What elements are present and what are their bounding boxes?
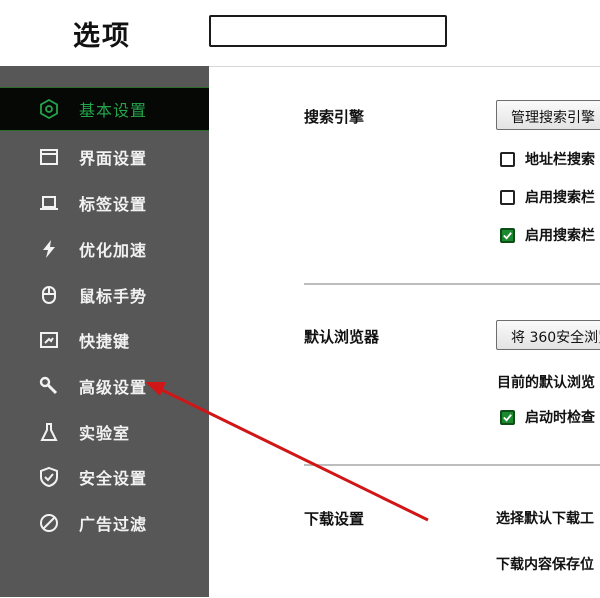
sidebar-item-label: 优化加速: [79, 241, 148, 260]
address-bar-search-option[interactable]: 地址栏搜索: [500, 149, 595, 169]
option-label: 启用搜索栏: [525, 228, 595, 244]
flask-icon: [38, 421, 60, 443]
sidebar-item-label: 实验室: [79, 424, 131, 443]
sidebar: 基本设置 界面设置 标签设置 优化加速 鼠标手势 快捷键 高级设置 实验室 安全…: [0, 66, 209, 597]
wrench-icon: [38, 375, 60, 397]
enable-search-bar-option-2[interactable]: 启用搜索栏: [500, 225, 595, 245]
sidebar-item-security[interactable]: 安全设置: [0, 455, 209, 499]
title-bar: 选项: [0, 0, 600, 66]
manage-search-engine-button[interactable]: 管理搜索引擎: [496, 100, 600, 130]
sidebar-item-label: 基本设置: [79, 101, 148, 120]
page-title: 选项: [73, 21, 131, 52]
option-label: 启用搜索栏: [525, 190, 595, 206]
hexagon-settings-icon: [38, 98, 60, 120]
shield-icon: [38, 466, 60, 488]
mouse-icon: [38, 284, 60, 306]
sidebar-item-basic[interactable]: 基本设置: [0, 87, 209, 131]
sidebar-item-lab[interactable]: 实验室: [0, 410, 209, 454]
option-label: 地址栏搜索: [525, 152, 595, 168]
search-input[interactable]: [209, 15, 447, 47]
shortcut-icon: [38, 329, 60, 351]
sidebar-item-interface[interactable]: 界面设置: [0, 135, 209, 179]
checkbox[interactable]: [500, 189, 515, 205]
sidebar-item-adblock[interactable]: 广告过滤: [0, 501, 209, 545]
sidebar-item-advanced[interactable]: 高级设置: [0, 364, 209, 408]
sidebar-item-label: 快捷键: [79, 332, 131, 351]
sidebar-item-label: 安全设置: [79, 469, 148, 488]
lightning-icon: [38, 238, 60, 260]
download-settings-label: 下载设置: [304, 510, 365, 528]
sidebar-item-shortcut[interactable]: 快捷键: [0, 318, 209, 362]
download-save-location[interactable]: 下载内容保存位: [496, 554, 594, 574]
sidebar-item-label: 高级设置: [79, 378, 148, 397]
startup-check-option[interactable]: 启动时检查: [500, 407, 595, 427]
default-browser-label: 默认浏览器: [304, 328, 380, 346]
laptop-icon: [38, 192, 60, 214]
sidebar-item-label: 鼠标手势: [79, 287, 148, 306]
divider: [304, 464, 600, 466]
search-engine-label: 搜索引擎: [304, 108, 365, 126]
sidebar-item-label: 广告过滤: [79, 515, 148, 534]
divider: [304, 283, 600, 285]
enable-search-bar-option[interactable]: 启用搜索栏: [500, 187, 595, 207]
checkbox-checked[interactable]: [500, 409, 515, 425]
sidebar-item-label: 标签设置: [79, 195, 148, 214]
sidebar-item-label: 界面设置: [79, 149, 148, 168]
checkbox[interactable]: [500, 151, 515, 167]
option-label: 启动时检查: [525, 410, 595, 426]
check-icon: [503, 231, 512, 240]
checkbox-checked[interactable]: [500, 227, 515, 243]
check-icon: [503, 413, 512, 422]
set-default-browser-button[interactable]: 将 360安全浏览: [496, 320, 600, 350]
sidebar-item-tabs[interactable]: 标签设置: [0, 181, 209, 225]
sidebar-item-optimize[interactable]: 优化加速: [0, 227, 209, 271]
sidebar-item-mouse-gesture[interactable]: 鼠标手势: [0, 273, 209, 317]
choose-download-tool[interactable]: 选择默认下载工: [496, 508, 594, 528]
window-icon: [38, 146, 60, 168]
block-icon: [38, 512, 60, 534]
default-browser-status: 目前的默认浏览: [497, 375, 595, 391]
